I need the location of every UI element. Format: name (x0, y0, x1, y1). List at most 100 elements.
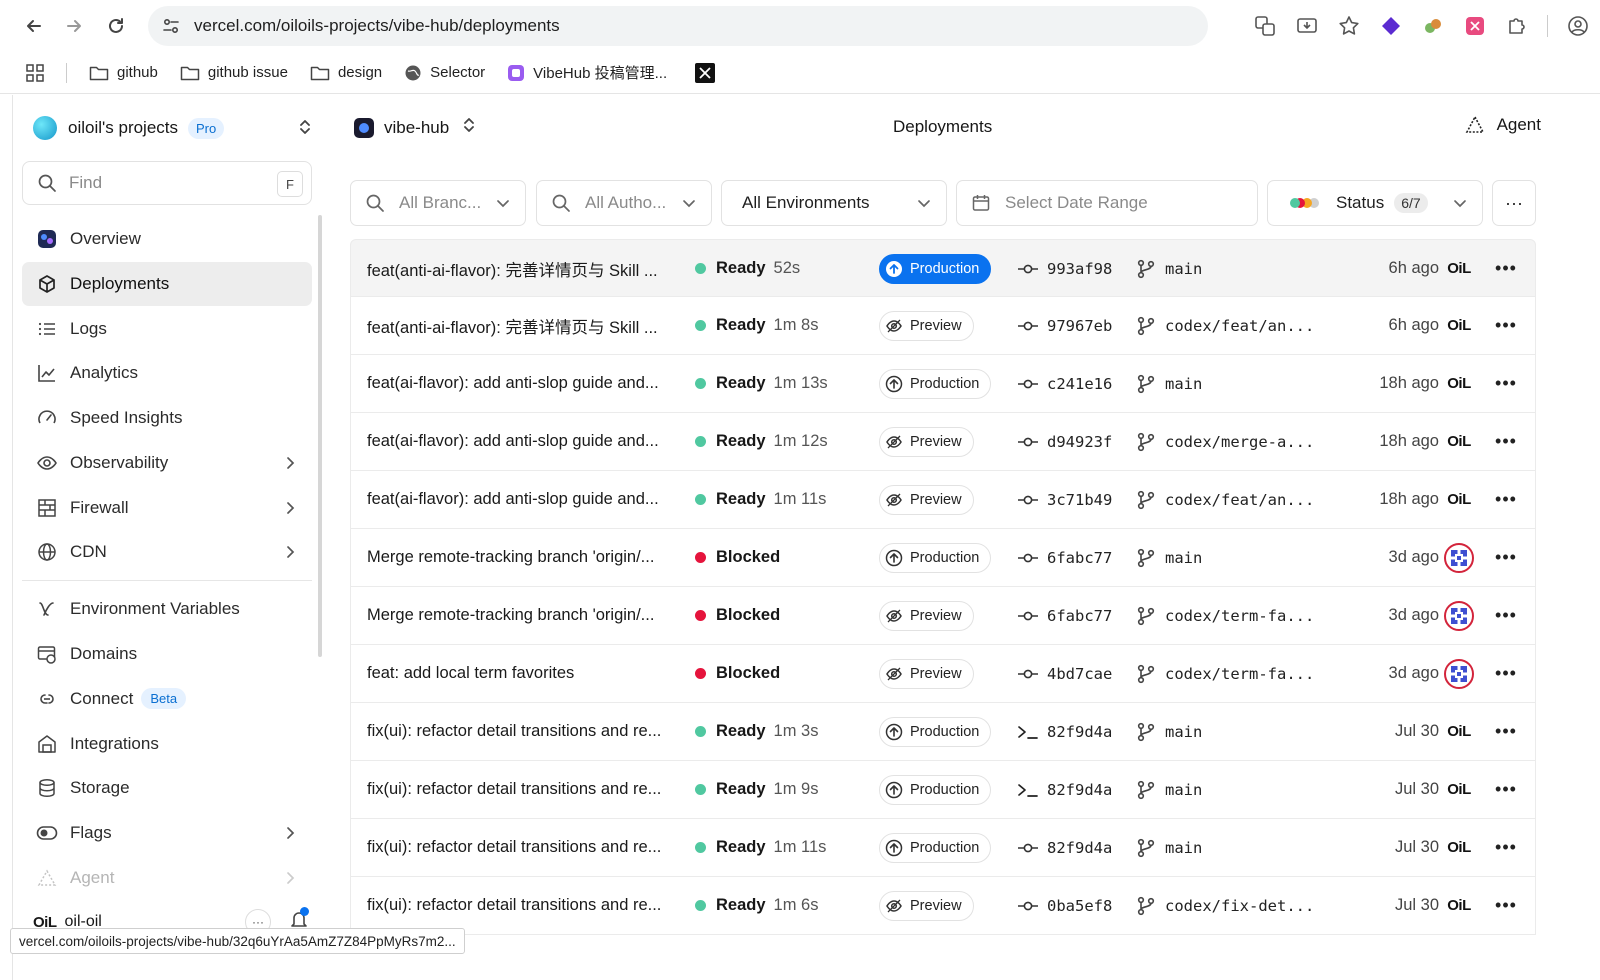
sidebar-item-cdn[interactable]: CDN (22, 530, 312, 574)
author-avatar[interactable] (1443, 645, 1475, 702)
extension-leaf-icon[interactable] (1421, 14, 1445, 38)
commit-message[interactable]: fix(ui): refactor detail transitions and… (367, 761, 677, 818)
sidebar-item-speed-insights[interactable]: Speed Insights (22, 396, 312, 440)
branch-cell[interactable]: codex/fix-det... (1137, 877, 1314, 934)
sidebar-item-domains[interactable]: Domains (22, 632, 312, 676)
branch-cell[interactable]: codex/term-fa... (1137, 587, 1314, 644)
sidebar-item-storage[interactable]: Storage (22, 766, 312, 810)
commit-cell[interactable]: 6fabc77 (1017, 587, 1112, 644)
date-range-filter[interactable]: Select Date Range (956, 180, 1258, 226)
row-more-button[interactable]: ••• (1493, 703, 1519, 760)
environment-badge[interactable]: Preview (879, 658, 974, 689)
team-switcher[interactable]: oiloil's projects Pro (33, 115, 313, 141)
row-more-button[interactable]: ••• (1493, 819, 1519, 876)
branch-cell[interactable]: codex/feat/an... (1137, 297, 1314, 354)
commit-cell[interactable]: c241e16 (1017, 355, 1112, 412)
branch-cell[interactable]: main (1137, 240, 1202, 297)
extension-pink-icon[interactable] (1463, 14, 1487, 38)
environment-badge[interactable]: Production (879, 368, 992, 399)
commit-cell[interactable]: 82f9d4a (1017, 761, 1112, 818)
environment-badge[interactable]: Production (879, 774, 992, 805)
row-more-button[interactable]: ••• (1493, 471, 1519, 528)
bookmark-x[interactable] (695, 62, 716, 83)
extensions-puzzle-icon[interactable] (1505, 14, 1529, 38)
branch-cell[interactable]: main (1137, 529, 1202, 586)
deployment-row[interactable]: feat(ai-flavor): add anti-slop guide and… (350, 471, 1536, 529)
commit-message[interactable]: fix(ui): refactor detail transitions and… (367, 877, 677, 934)
chevron-up-down-icon[interactable] (461, 115, 477, 140)
translate-icon[interactable] (1253, 14, 1277, 38)
branch-cell[interactable]: main (1137, 355, 1202, 412)
bookmark-github[interactable]: github (89, 64, 158, 81)
author-filter[interactable]: All Autho... (536, 180, 712, 226)
bookmark-vibehub[interactable]: VibeHub 投稿管理... (507, 62, 667, 83)
author-avatar[interactable]: OiL (1443, 703, 1475, 760)
apps-grid-button[interactable] (26, 63, 44, 82)
environment-badge[interactable]: Production (879, 542, 992, 573)
commit-message[interactable]: Merge remote-tracking branch 'origin/... (367, 529, 677, 586)
row-more-button[interactable]: ••• (1493, 413, 1519, 470)
sidebar-item-environment-variables[interactable]: Environment Variables (22, 587, 312, 631)
row-more-button[interactable]: ••• (1493, 877, 1519, 934)
row-more-button[interactable]: ••• (1493, 240, 1519, 297)
author-avatar[interactable]: OiL (1443, 413, 1475, 470)
address-bar[interactable]: vercel.com/oiloils-projects/vibe-hub/dep… (148, 6, 1208, 46)
sidebar-item-integrations[interactable]: Integrations (22, 722, 312, 766)
row-more-button[interactable]: ••• (1493, 529, 1519, 586)
sidebar-item-flags[interactable]: Flags (22, 811, 312, 855)
author-avatar[interactable] (1443, 587, 1475, 644)
deployment-row[interactable]: feat(anti-ai-flavor): 完善详情页与 Skill ... R… (350, 239, 1536, 297)
environment-badge[interactable]: Preview (879, 310, 974, 341)
author-avatar[interactable]: OiL (1443, 761, 1475, 818)
site-settings-icon[interactable] (162, 17, 180, 35)
profile-icon[interactable] (1566, 14, 1590, 38)
row-more-button[interactable]: ••• (1493, 355, 1519, 412)
sidebar-item-deployments[interactable]: Deployments (22, 261, 312, 306)
commit-message[interactable]: feat: add local term favorites (367, 645, 677, 702)
deployment-row[interactable]: Merge remote-tracking branch 'origin/...… (350, 529, 1536, 587)
back-button[interactable] (14, 6, 54, 46)
environment-badge[interactable]: Preview (879, 484, 974, 515)
environment-badge[interactable]: Production (879, 716, 992, 747)
commit-message[interactable]: feat(anti-ai-flavor): 完善详情页与 Skill ... (367, 240, 677, 297)
commit-message[interactable]: Merge remote-tracking branch 'origin/... (367, 587, 677, 644)
commit-message[interactable]: feat(ai-flavor): add anti-slop guide and… (367, 413, 677, 470)
deployment-row[interactable]: fix(ui): refactor detail transitions and… (350, 761, 1536, 819)
deployment-row[interactable]: feat(anti-ai-flavor): 完善详情页与 Skill ... R… (350, 297, 1536, 355)
author-avatar[interactable]: OiL (1443, 877, 1475, 934)
branch-filter[interactable]: All Branc... (350, 180, 526, 226)
deployment-row[interactable]: fix(ui): refactor detail transitions and… (350, 703, 1536, 761)
sidebar-item-agent[interactable]: Agent (22, 856, 312, 900)
find-field[interactable]: F (22, 161, 312, 205)
branch-cell[interactable]: main (1137, 761, 1202, 818)
more-filters-button[interactable]: ··· (1492, 180, 1536, 226)
branch-cell[interactable]: codex/merge-a... (1137, 413, 1314, 470)
commit-cell[interactable]: 82f9d4a (1017, 819, 1112, 876)
environment-badge[interactable]: Production (879, 253, 992, 284)
sidebar-item-logs[interactable]: Logs (22, 307, 312, 351)
author-avatar[interactable]: OiL (1443, 240, 1475, 297)
commit-cell[interactable]: 6fabc77 (1017, 529, 1112, 586)
commit-message[interactable]: fix(ui): refactor detail transitions and… (367, 819, 677, 876)
environment-filter[interactable]: All Environments (721, 180, 947, 226)
environment-badge[interactable]: Preview (879, 426, 974, 457)
author-avatar[interactable]: OiL (1443, 297, 1475, 354)
install-app-icon[interactable] (1295, 14, 1319, 38)
reload-button[interactable] (96, 6, 136, 46)
row-more-button[interactable]: ••• (1493, 645, 1519, 702)
commit-cell[interactable]: 993af98 (1017, 240, 1112, 297)
environment-badge[interactable]: Preview (879, 600, 974, 631)
sidebar-item-firewall[interactable]: Firewall (22, 486, 312, 530)
status-filter[interactable]: Status 6/7 (1267, 180, 1483, 226)
branch-cell[interactable]: codex/feat/an... (1137, 471, 1314, 528)
row-more-button[interactable]: ••• (1493, 761, 1519, 818)
deployment-row[interactable]: feat: add local term favorites Blocked P… (350, 645, 1536, 703)
chevron-up-down-icon[interactable] (297, 117, 313, 142)
sidebar-item-observability[interactable]: Observability (22, 441, 312, 485)
author-avatar[interactable] (1443, 529, 1475, 586)
url-text[interactable]: vercel.com/oiloils-projects/vibe-hub/dep… (194, 16, 560, 36)
sidebar-item-analytics[interactable]: Analytics (22, 351, 312, 395)
commit-cell[interactable]: 4bd7cae (1017, 645, 1112, 702)
deployment-row[interactable]: feat(ai-flavor): add anti-slop guide and… (350, 355, 1536, 413)
deployment-row[interactable]: feat(ai-flavor): add anti-slop guide and… (350, 413, 1536, 471)
